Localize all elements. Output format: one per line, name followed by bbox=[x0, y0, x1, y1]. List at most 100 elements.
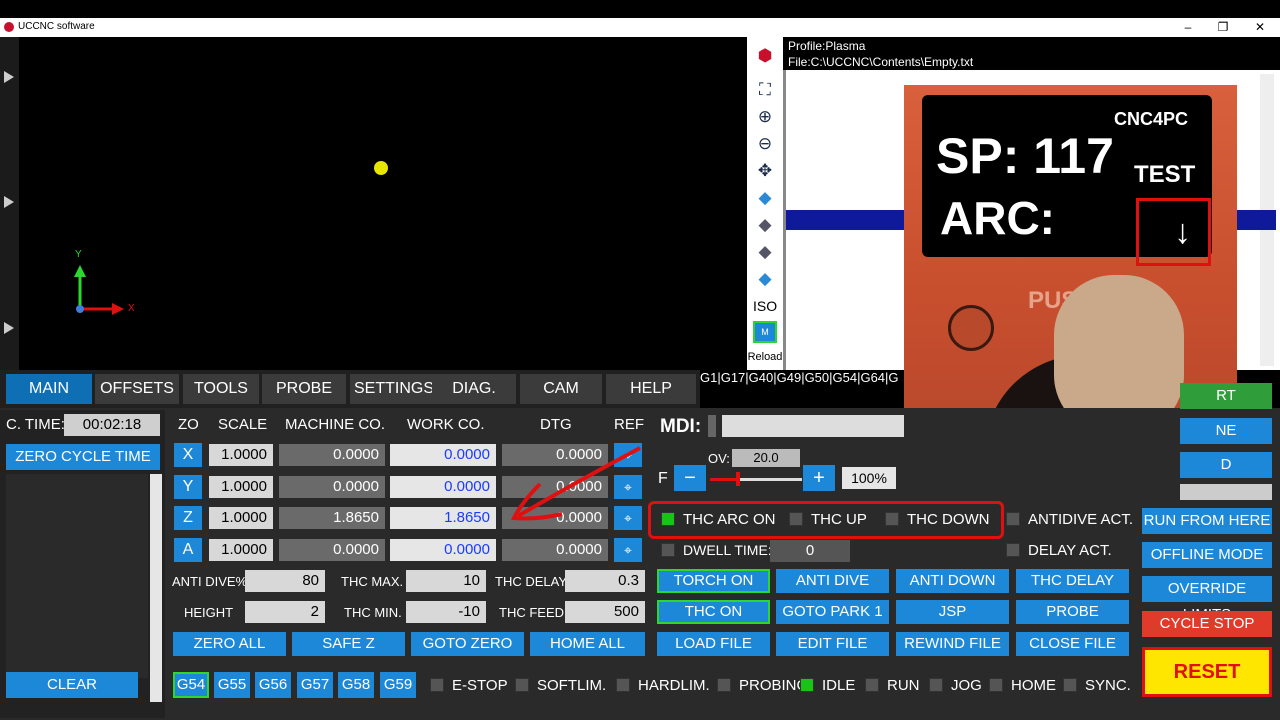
clear-button[interactable]: CLEAR bbox=[6, 672, 138, 698]
run-from-here-button[interactable]: RUN FROM HERE bbox=[1142, 508, 1272, 534]
expand-arrow-icon[interactable] bbox=[4, 322, 14, 334]
anti-down-button[interactable]: ANTI DOWN bbox=[896, 569, 1009, 593]
anti-dive-button[interactable]: ANTI DIVE bbox=[776, 569, 889, 593]
machine-coord: 1.8650 bbox=[279, 507, 385, 529]
tab-tools[interactable]: TOOLS bbox=[183, 374, 259, 404]
left-collapse-strip bbox=[0, 37, 19, 370]
thc-delay-label: THC DELAY bbox=[495, 574, 567, 589]
torch-on-button[interactable]: TORCH ON bbox=[657, 569, 770, 593]
iso-view-button[interactable]: ISO bbox=[753, 295, 777, 317]
feed-plus-button[interactable]: + bbox=[803, 465, 835, 491]
zero-all-button[interactable]: ZERO ALL bbox=[173, 632, 286, 656]
thc-max-field[interactable]: 10 bbox=[406, 570, 486, 592]
machine-coord: 0.0000 bbox=[279, 444, 385, 466]
offset-g55-button[interactable]: G55 bbox=[214, 672, 250, 698]
expand-arrow-icon[interactable] bbox=[4, 196, 14, 208]
view-side-icon[interactable]: ◆ bbox=[753, 241, 777, 263]
cycle-column: C. TIME: 00:02:18 ZERO CYCLE TIME CLEAR bbox=[0, 410, 165, 718]
work-coord[interactable]: 0.0000 bbox=[390, 538, 496, 561]
goto-park-1-button[interactable]: GOTO PARK 1 bbox=[776, 600, 889, 624]
scale-field[interactable]: 1.0000 bbox=[209, 538, 273, 561]
title-bar: UCCNC software – ❐ ✕ bbox=[0, 18, 1280, 37]
thc-min-field[interactable]: -10 bbox=[406, 601, 486, 623]
tab-main[interactable]: MAIN bbox=[6, 374, 92, 404]
thc-feed-field[interactable]: 500 bbox=[565, 601, 645, 623]
axis-x-button[interactable]: X bbox=[174, 443, 202, 467]
mdi-history-button[interactable] bbox=[708, 415, 716, 437]
edit-file-button[interactable]: EDIT FILE bbox=[776, 632, 889, 656]
zoom-out-icon[interactable]: ⊖ bbox=[753, 133, 777, 155]
feed-slider-thumb[interactable] bbox=[735, 472, 740, 486]
reset-button[interactable]: RESET bbox=[1142, 647, 1272, 697]
cycle-time-label: C. TIME: bbox=[6, 416, 65, 433]
status-led-hardlim bbox=[616, 678, 630, 692]
ref-home-icon[interactable]: ⌖ bbox=[614, 537, 642, 562]
toolpath-viewport[interactable]: Y X bbox=[19, 37, 747, 370]
scale-field[interactable]: 1.0000 bbox=[209, 444, 273, 466]
minimize-button[interactable]: – bbox=[1178, 19, 1198, 35]
offset-g57-button[interactable]: G57 bbox=[297, 672, 333, 698]
antidive-field[interactable]: 80 bbox=[245, 570, 325, 592]
safe-z-button[interactable]: SAFE Z bbox=[292, 632, 405, 656]
cycle-stop-button[interactable]: CYCLE STOP bbox=[1142, 611, 1272, 637]
thc-delay-button[interactable]: THC DELAY bbox=[1016, 569, 1129, 593]
override-limits-button[interactable]: OVERRIDE LIMITS bbox=[1142, 576, 1272, 623]
status-label-softlim: SOFTLIM. bbox=[537, 677, 607, 694]
cycle-start-button[interactable]: RT bbox=[1180, 383, 1272, 409]
tab-help[interactable]: HELP bbox=[606, 374, 696, 404]
scale-field[interactable]: 1.0000 bbox=[209, 507, 273, 529]
maximize-button[interactable]: ❐ bbox=[1213, 19, 1233, 35]
message-scrollbar[interactable] bbox=[150, 474, 162, 702]
status-label-jog: JOG bbox=[951, 677, 982, 694]
tab-cam[interactable]: CAM bbox=[520, 374, 602, 404]
work-coord[interactable]: 1.8650 bbox=[390, 507, 496, 529]
offset-g58-button[interactable]: G58 bbox=[338, 672, 374, 698]
pan-icon[interactable]: ✥ bbox=[753, 160, 777, 182]
rewind-file-button[interactable]: REWIND FILE bbox=[896, 632, 1009, 656]
axis-a-button[interactable]: A bbox=[174, 537, 202, 562]
side-field[interactable] bbox=[1180, 484, 1272, 500]
tab-diag[interactable]: DIAG. bbox=[432, 374, 516, 404]
mdi-input[interactable] bbox=[722, 415, 904, 437]
view-front-icon[interactable]: ◆ bbox=[753, 214, 777, 236]
antidive-label: ANTI DIVE% bbox=[172, 574, 248, 589]
zoom-in-icon[interactable]: ⊕ bbox=[753, 106, 777, 128]
reload-button[interactable]: Reload bbox=[747, 346, 783, 368]
thc-on-button[interactable]: THC ON bbox=[657, 600, 770, 624]
tab-probe[interactable]: PROBE bbox=[262, 374, 346, 404]
scale-field[interactable]: 1.0000 bbox=[209, 475, 273, 498]
zero-cycle-time-button[interactable]: ZERO CYCLE TIME bbox=[6, 444, 160, 470]
tab-offsets[interactable]: OFFSETS bbox=[95, 374, 179, 404]
jsp-button[interactable]: JSP bbox=[896, 600, 1009, 624]
machine-icon[interactable]: M bbox=[753, 321, 777, 343]
home-all-button[interactable]: HOME ALL bbox=[530, 632, 645, 656]
probe-button[interactable]: PROBE bbox=[1016, 600, 1129, 624]
close-window-button[interactable]: ✕ bbox=[1250, 19, 1270, 35]
goto-zero-button[interactable]: GOTO ZERO bbox=[411, 632, 524, 656]
cycle-time-value: 00:02:18 bbox=[64, 414, 160, 436]
feed-minus-button[interactable]: − bbox=[674, 465, 706, 491]
test-label: TEST bbox=[1134, 161, 1196, 188]
axis-y-button[interactable]: Y bbox=[174, 474, 202, 499]
fit-view-icon[interactable]: ⛶ bbox=[753, 79, 777, 101]
close-file-button[interactable]: CLOSE FILE bbox=[1016, 632, 1129, 656]
view-3d-icon[interactable]: ◆ bbox=[753, 268, 777, 290]
profile-info: Profile:Plasma File:C:\UCCNC\Contents\Em… bbox=[783, 37, 1280, 70]
side-button-ne[interactable]: NE bbox=[1180, 418, 1272, 444]
offline-mode-button[interactable]: OFFLINE MODE bbox=[1142, 542, 1272, 568]
tab-settings[interactable]: SETTINGS bbox=[350, 374, 438, 404]
view-top-icon[interactable]: ◆ bbox=[753, 187, 777, 209]
offset-g59-button[interactable]: G59 bbox=[380, 672, 416, 698]
expand-arrow-icon[interactable] bbox=[4, 71, 14, 83]
side-button-d[interactable]: D bbox=[1180, 452, 1272, 478]
thc-delay-field[interactable]: 0.3 bbox=[565, 570, 645, 592]
offset-g56-button[interactable]: G56 bbox=[255, 672, 291, 698]
height-field[interactable]: 2 bbox=[245, 601, 325, 623]
axis-z-button[interactable]: Z bbox=[174, 506, 202, 530]
dwell-time-value[interactable]: 0 bbox=[770, 540, 850, 562]
work-coord[interactable]: 0.0000 bbox=[390, 444, 496, 466]
work-coord[interactable]: 0.0000 bbox=[390, 475, 496, 498]
load-file-button[interactable]: LOAD FILE bbox=[657, 632, 770, 656]
offset-g54-button[interactable]: G54 bbox=[173, 672, 209, 698]
arc-readout: ARC: bbox=[940, 192, 1055, 244]
